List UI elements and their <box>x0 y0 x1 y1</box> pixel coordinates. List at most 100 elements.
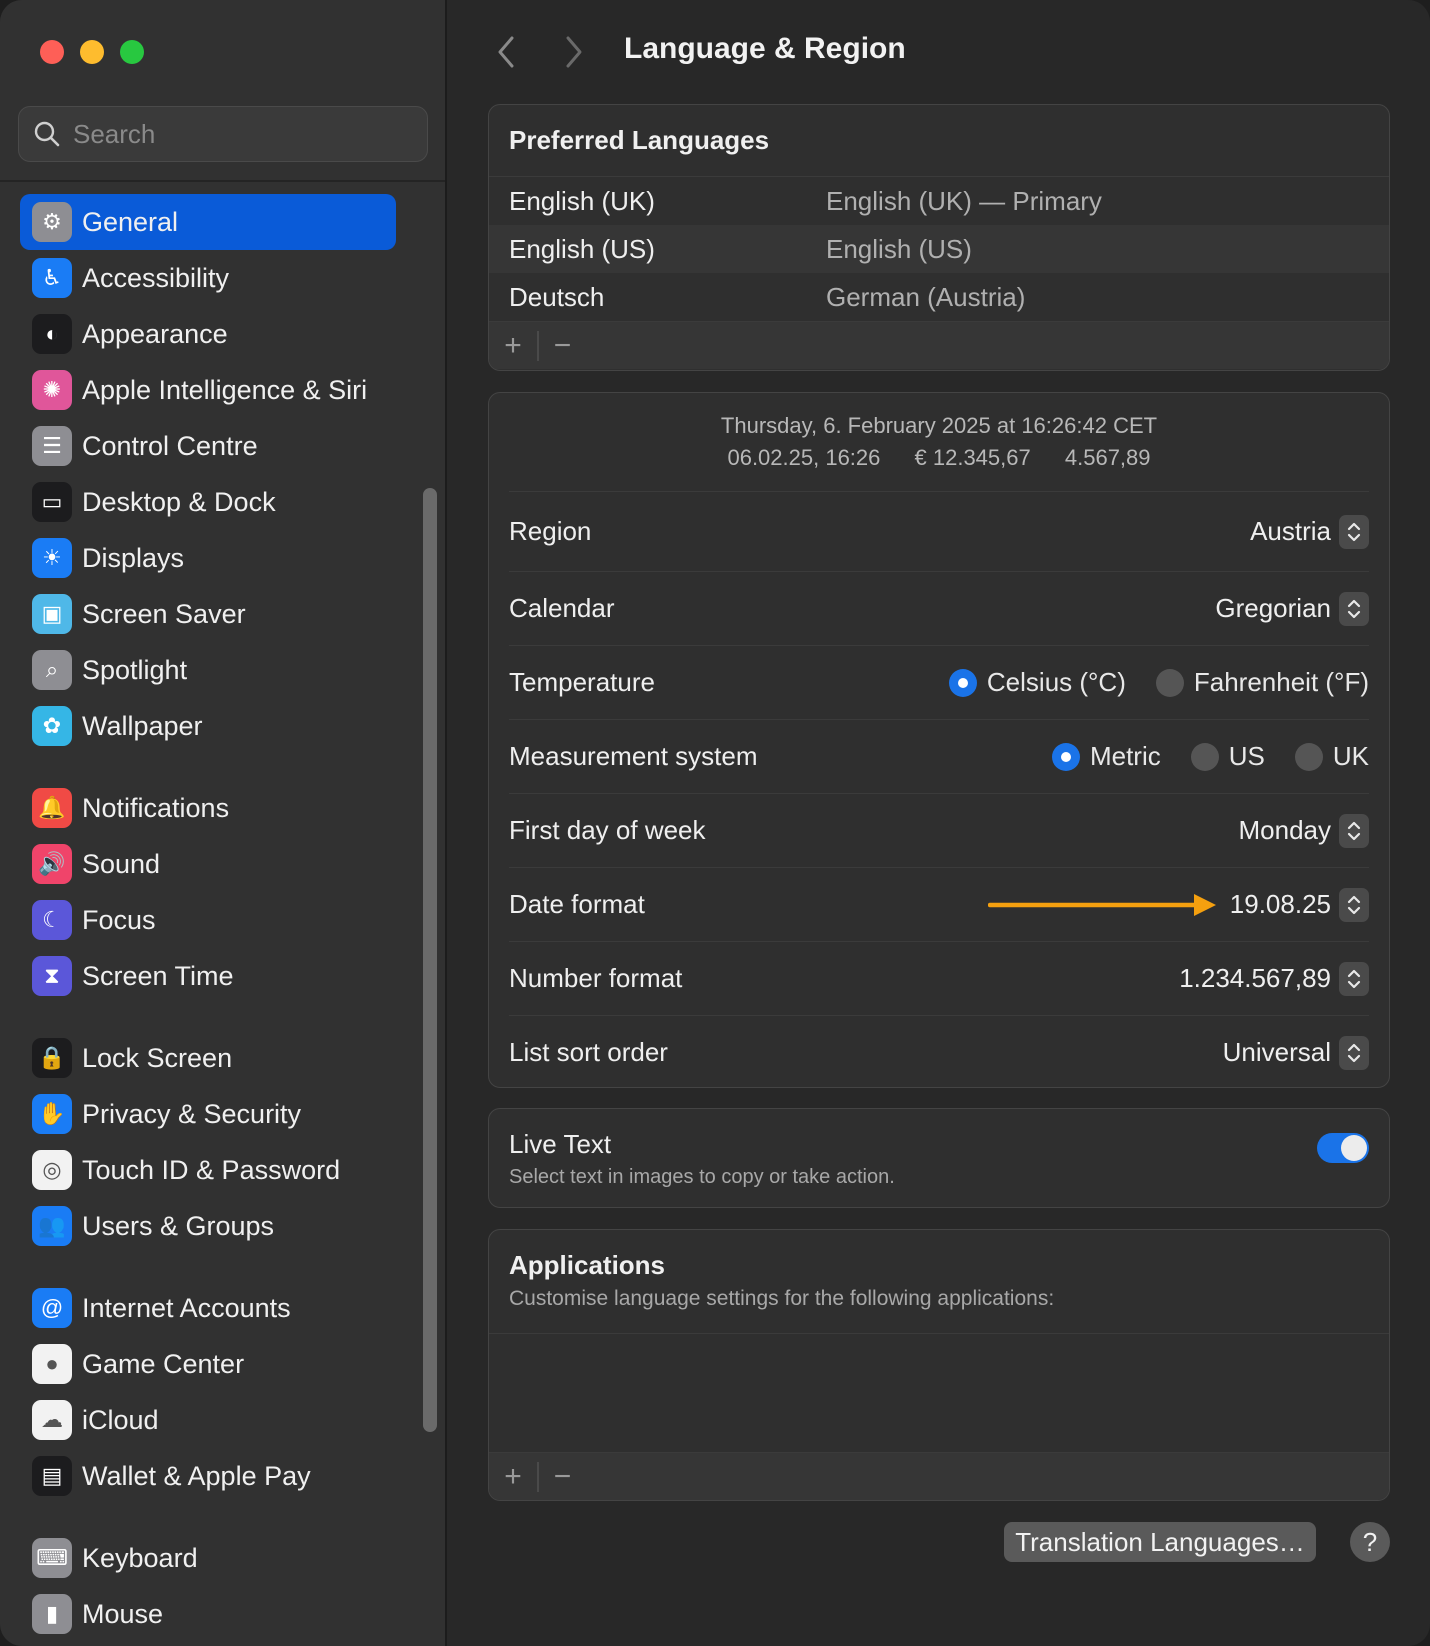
fahrenheit-label: Fahrenheit (°F) <box>1193 667 1369 697</box>
sidebar-item-accessibility[interactable]: ♿ Accessibility <box>20 250 396 306</box>
uk-label: UK <box>1332 741 1369 771</box>
sidebar-item-label: Apple Intelligence & Siri <box>82 374 368 405</box>
chevron-updown-icon[interactable] <box>1339 961 1369 996</box>
forward-icon[interactable] <box>558 34 588 70</box>
applications-heading: Applications <box>509 1250 666 1280</box>
sidebar-item-apple-intelligence-siri[interactable]: ✺ Apple Intelligence & Siri <box>20 362 396 418</box>
language-row[interactable]: Deutsch German (Austria) <box>489 273 1389 321</box>
zoom-button[interactable] <box>120 40 144 64</box>
sidebar-item-users-groups[interactable]: 👥 Users & Groups <box>20 1198 396 1254</box>
sort-order-label: List sort order <box>509 1037 668 1067</box>
number-format-select[interactable]: 1.234.567,89 <box>1179 961 1369 996</box>
live-text-title: Live Text <box>509 1129 612 1159</box>
add-language-button[interactable]: + <box>489 322 537 370</box>
region-select[interactable]: Austria <box>1250 514 1369 549</box>
sidebar-item-privacy-security[interactable]: ✋ Privacy & Security <box>20 1086 396 1142</box>
calendar-select[interactable]: Gregorian <box>1215 591 1369 626</box>
sidebar-item-screen-saver[interactable]: ▣ Screen Saver <box>20 586 396 642</box>
sidebar-item-label: Touch ID & Password <box>82 1154 341 1185</box>
sidebar-item-focus[interactable]: ☾ Focus <box>20 892 396 948</box>
language-name: English (US) <box>509 233 655 264</box>
preview-number: 4.567,89 <box>1064 445 1151 470</box>
mouse-icon: ▮ <box>32 1594 72 1634</box>
sidebar-item-appearance[interactable]: ◐ Appearance <box>20 306 396 362</box>
sidebar-item-desktop-dock[interactable]: ▭ Desktop & Dock <box>20 474 396 530</box>
measurement-label: Measurement system <box>509 741 758 771</box>
calendar-row: Calendar Gregorian <box>509 571 1369 645</box>
language-name: English (UK) <box>509 185 655 216</box>
gear-icon: ⚙ <box>32 202 72 242</box>
sidebar-divider <box>0 180 445 182</box>
first-day-value: Monday <box>1238 815 1332 845</box>
number-format-row: Number format 1.234.567,89 <box>509 941 1369 1015</box>
sidebar-item-mouse[interactable]: ▮ Mouse <box>20 1586 396 1642</box>
sidebar-nav: ⚙ General ♿ Accessibility ◐ Appearance ✺ Apple … <box>20 194 396 1642</box>
applications-list[interactable] <box>489 1334 1389 1452</box>
chevron-updown-icon[interactable] <box>1339 813 1369 848</box>
language-detail: German (Austria) <box>826 281 1026 312</box>
radio-selected-icon <box>1051 742 1080 771</box>
sort-order-select[interactable]: Universal <box>1223 1035 1369 1070</box>
sidebar-item-wallet-apple-pay[interactable]: ▤ Wallet & Apple Pay <box>20 1448 396 1504</box>
keyboard-icon: ⌨ <box>32 1538 72 1578</box>
main-content: Language & Region Preferred Languages En… <box>448 0 1430 1646</box>
minimize-button[interactable] <box>80 40 104 64</box>
search-field[interactable] <box>18 106 428 162</box>
sidebar-item-displays[interactable]: ☀ Displays <box>20 530 396 586</box>
metric-radio[interactable]: Metric <box>1051 741 1161 772</box>
region-row: Region Austria <box>509 491 1369 571</box>
remove-language-button[interactable]: − <box>539 322 587 370</box>
uk-radio[interactable]: UK <box>1294 741 1369 772</box>
sidebar-item-notifications[interactable]: 🔔 Notifications <box>20 780 396 836</box>
back-icon[interactable] <box>492 34 522 70</box>
sidebar-item-keyboard[interactable]: ⌨ Keyboard <box>20 1530 396 1586</box>
sidebar-item-control-centre[interactable]: ☰ Control Centre <box>20 418 396 474</box>
add-application-button[interactable]: + <box>489 1453 537 1501</box>
chevron-updown-icon[interactable] <box>1339 887 1369 922</box>
region-settings-panel: Thursday, 6. February 2025 at 16:26:42 C… <box>488 392 1390 1088</box>
sidebar-item-general[interactable]: ⚙ General <box>20 194 396 250</box>
date-format-select[interactable]: 19.08.25 <box>987 887 1369 922</box>
applications-subtitle: Customise language settings for the foll… <box>509 1287 1055 1310</box>
date-format-row: Date format 19.08.25 <box>509 867 1369 941</box>
sidebar-item-wallpaper[interactable]: ✿ Wallpaper <box>20 698 396 754</box>
chevron-updown-icon[interactable] <box>1339 591 1369 626</box>
sidebar-item-label: Focus <box>82 904 156 935</box>
sort-order-row: List sort order Universal <box>509 1015 1369 1087</box>
number-format-value: 1.234.567,89 <box>1179 963 1331 993</box>
search-input[interactable] <box>73 118 393 150</box>
language-row[interactable]: English (UK) English (UK) — Primary <box>489 177 1389 225</box>
sidebar-scrollbar[interactable] <box>423 488 437 1432</box>
translation-languages-button[interactable]: Translation Languages… <box>1004 1522 1316 1562</box>
applications-list-controls: + − <box>489 1452 1389 1500</box>
sidebar-item-game-center[interactable]: ● Game Center <box>20 1336 396 1392</box>
spotlight-icon: ⌕ <box>32 650 72 690</box>
chevron-updown-icon[interactable] <box>1339 1035 1369 1070</box>
sidebar-item-spotlight[interactable]: ⌕ Spotlight <box>20 642 396 698</box>
us-radio[interactable]: US <box>1190 741 1265 772</box>
help-button[interactable]: ? <box>1350 1522 1390 1562</box>
live-text-toggle[interactable] <box>1317 1133 1369 1163</box>
first-day-label: First day of week <box>509 815 706 845</box>
sidebar-item-touch-id-password[interactable]: ◎ Touch ID & Password <box>20 1142 396 1198</box>
remove-application-button[interactable]: − <box>539 1453 587 1501</box>
chevron-updown-icon[interactable] <box>1339 514 1369 549</box>
sidebar-item-screen-time[interactable]: ⧗ Screen Time <box>20 948 396 1004</box>
sidebar-item-lock-screen[interactable]: 🔒 Lock Screen <box>20 1030 396 1086</box>
page-title: Language & Region <box>624 32 906 65</box>
first-day-select[interactable]: Monday <box>1238 813 1369 848</box>
temperature-row: Temperature Celsius (°C) Fahrenheit (°F) <box>509 645 1369 719</box>
calendar-value: Gregorian <box>1215 593 1331 623</box>
fahrenheit-radio[interactable]: Fahrenheit (°F) <box>1155 667 1369 698</box>
language-row[interactable]: English (US) English (US) <box>489 225 1389 273</box>
celsius-radio[interactable]: Celsius (°C) <box>948 667 1126 698</box>
close-button[interactable] <box>40 40 64 64</box>
lock-icon: 🔒 <box>32 1038 72 1078</box>
sidebar-item-internet-accounts[interactable]: @ Internet Accounts <box>20 1280 396 1336</box>
sidebar-item-sound[interactable]: 🔊 Sound <box>20 836 396 892</box>
sidebar-item-label: Appearance <box>82 318 228 349</box>
annotation-arrow-icon <box>987 893 1216 916</box>
sidebar-item-icloud[interactable]: ☁ iCloud <box>20 1392 396 1448</box>
